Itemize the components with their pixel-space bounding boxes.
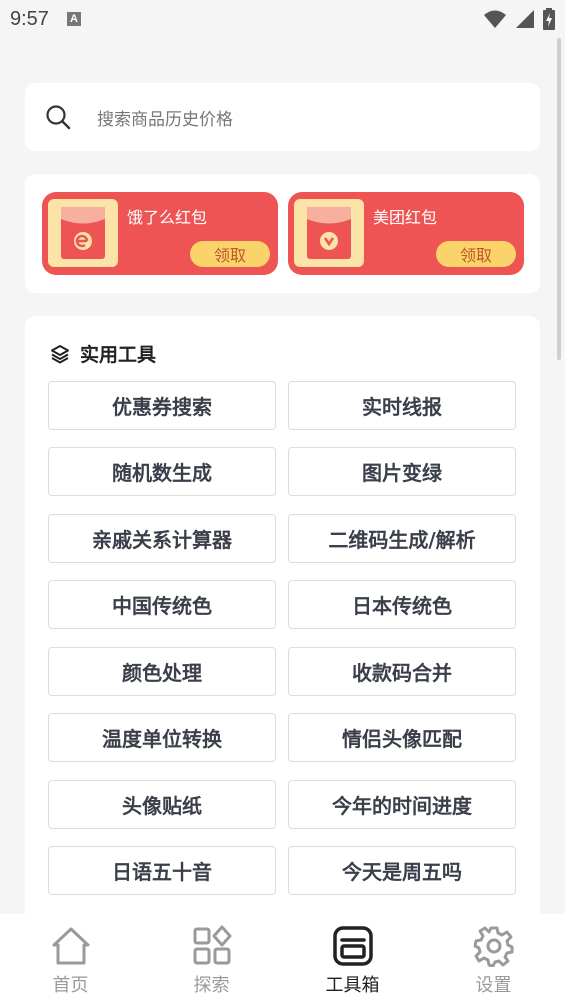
search-placeholder: 搜索商品历史价格	[97, 109, 233, 130]
tools-section: 实用工具 优惠券搜索 实时线报 随机数生成 图片变绿 亲戚关系计算器 二维码生成…	[25, 316, 540, 936]
tool-couple-avatar[interactable]: 情侣头像匹配	[288, 713, 516, 762]
tool-image-green[interactable]: 图片变绿	[288, 447, 516, 496]
tab-home[interactable]: 首页	[0, 914, 141, 1004]
tab-label: 设置	[475, 975, 512, 996]
tools-header: 实用工具	[50, 340, 156, 367]
meituan-redpack[interactable]: 美团红包 领取	[288, 192, 524, 275]
tab-label: 工具箱	[325, 975, 380, 996]
settings-gear-icon	[473, 926, 513, 967]
tool-realtime-deals[interactable]: 实时线报	[288, 381, 516, 430]
layers-icon	[51, 344, 69, 363]
notification-icon: A	[66, 12, 81, 26]
claim-button[interactable]: 领取	[436, 241, 516, 267]
search-icon	[46, 105, 71, 130]
home-icon	[52, 927, 89, 965]
tool-qrcode[interactable]: 二维码生成/解析	[288, 514, 516, 563]
status-icons	[483, 8, 555, 30]
claim-button[interactable]: 领取	[190, 241, 270, 267]
tab-settings[interactable]: 设置	[423, 914, 564, 1004]
tool-japanese-kana[interactable]: 日语五十音	[48, 846, 276, 895]
tool-coupon-search[interactable]: 优惠券搜索	[48, 381, 276, 430]
status-time: 9:57	[10, 7, 49, 30]
tool-is-friday[interactable]: 今天是周五吗	[288, 846, 516, 895]
status-bar: 9:57 A	[0, 0, 565, 38]
meituan-logo-icon	[294, 199, 364, 267]
tab-explore[interactable]: 探索	[141, 914, 282, 1004]
tool-chinese-colors[interactable]: 中国传统色	[48, 580, 276, 629]
tool-payment-code-merge[interactable]: 收款码合并	[288, 647, 516, 696]
eleme-redpack[interactable]: 饿了么红包 领取	[42, 192, 278, 275]
bottom-tab-bar: 首页 探索 工具箱 设置	[0, 914, 565, 1004]
tool-relative-calculator[interactable]: 亲戚关系计算器	[48, 514, 276, 563]
explore-grid-icon	[193, 925, 231, 965]
tab-label: 探索	[193, 975, 230, 996]
wifi-icon	[484, 10, 506, 28]
tool-avatar-sticker[interactable]: 头像贴纸	[48, 780, 276, 829]
tool-random-number[interactable]: 随机数生成	[48, 447, 276, 496]
tool-year-progress[interactable]: 今年的时间进度	[288, 780, 516, 829]
scrollbar[interactable]	[557, 38, 561, 360]
tab-toolbox[interactable]: 工具箱	[282, 914, 423, 1004]
battery-charging-icon	[543, 8, 555, 30]
search-bar[interactable]: 搜索商品历史价格	[25, 83, 540, 151]
tools-title: 实用工具	[80, 344, 157, 366]
redpack-title: 饿了么红包	[127, 208, 208, 227]
eleme-logo-icon	[48, 199, 118, 267]
redpack-section: 饿了么红包 领取 美团红包 领取	[25, 174, 540, 293]
cellular-signal-icon	[516, 10, 534, 28]
tool-japanese-colors[interactable]: 日本传统色	[288, 580, 516, 629]
tab-label: 首页	[52, 975, 89, 996]
tool-color-processing[interactable]: 颜色处理	[48, 647, 276, 696]
toolbox-icon	[332, 926, 373, 966]
tool-temperature-convert[interactable]: 温度单位转换	[48, 713, 276, 762]
redpack-title: 美团红包	[373, 208, 438, 227]
